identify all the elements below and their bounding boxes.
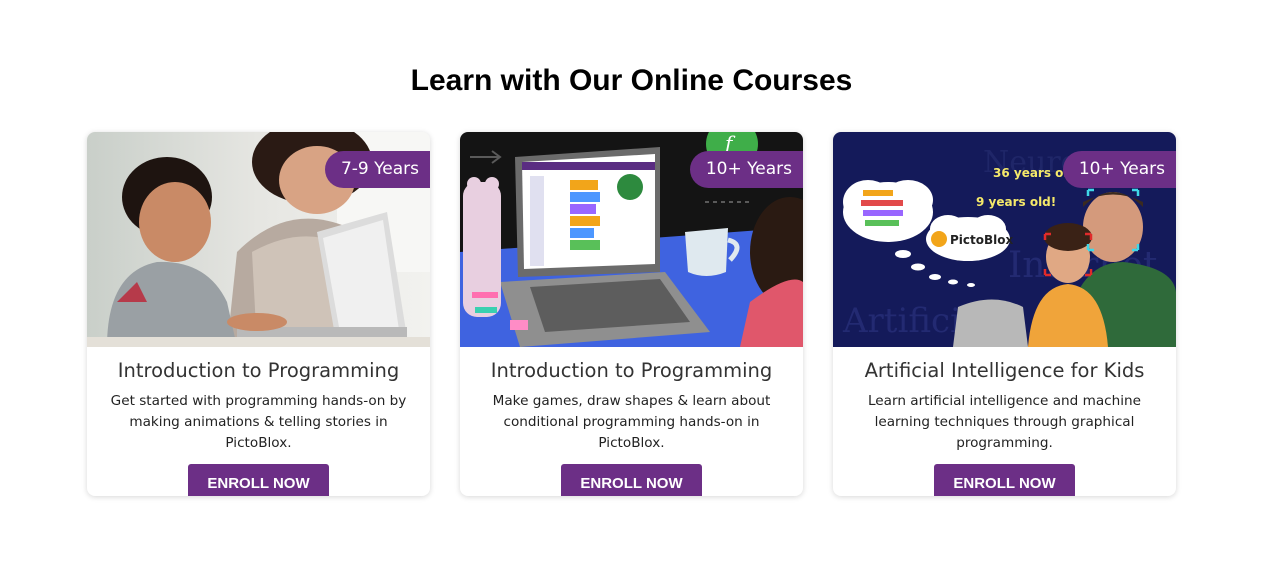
course-title[interactable]: Introduction to Programming: [87, 357, 430, 385]
course-description: Get started with programming hands-on by…: [110, 393, 407, 451]
course-image[interactable]: Artificial Internet Neuro: [833, 132, 1176, 347]
course-card: Artificial Internet Neuro: [833, 132, 1176, 496]
course-card: f 10+ Years Introduction to Programming …: [460, 132, 803, 496]
enroll-now-button[interactable]: ENROLL NOW: [934, 464, 1075, 496]
course-image[interactable]: 7-9 Years: [87, 132, 430, 347]
course-title[interactable]: Introduction to Programming: [460, 357, 803, 385]
enroll-now-button[interactable]: ENROLL NOW: [561, 464, 702, 496]
course-description: Make games, draw shapes & learn about co…: [492, 393, 771, 451]
age-label-9: 9 years old!: [976, 195, 1056, 209]
age-badge: 10+ Years: [689, 151, 803, 188]
course-image[interactable]: f 10+ Years: [460, 132, 803, 347]
section-title: Learn with Our Online Courses: [410, 64, 853, 97]
age-badge: 7-9 Years: [324, 151, 430, 188]
enroll-now-button[interactable]: ENROLL NOW: [188, 464, 329, 496]
pictoblox-logo-text: PictoBlox: [950, 233, 1014, 247]
course-card: 7-9 Years Introduction to Programming Ge…: [87, 132, 430, 496]
courses-page: Learn with Our Online Courses 7-9 Years …: [0, 0, 1263, 570]
course-description: Learn artificial intelligence and machin…: [867, 393, 1142, 451]
course-title[interactable]: Artificial Intelligence for Kids: [833, 357, 1176, 385]
age-badge: 10+ Years: [1062, 151, 1176, 188]
